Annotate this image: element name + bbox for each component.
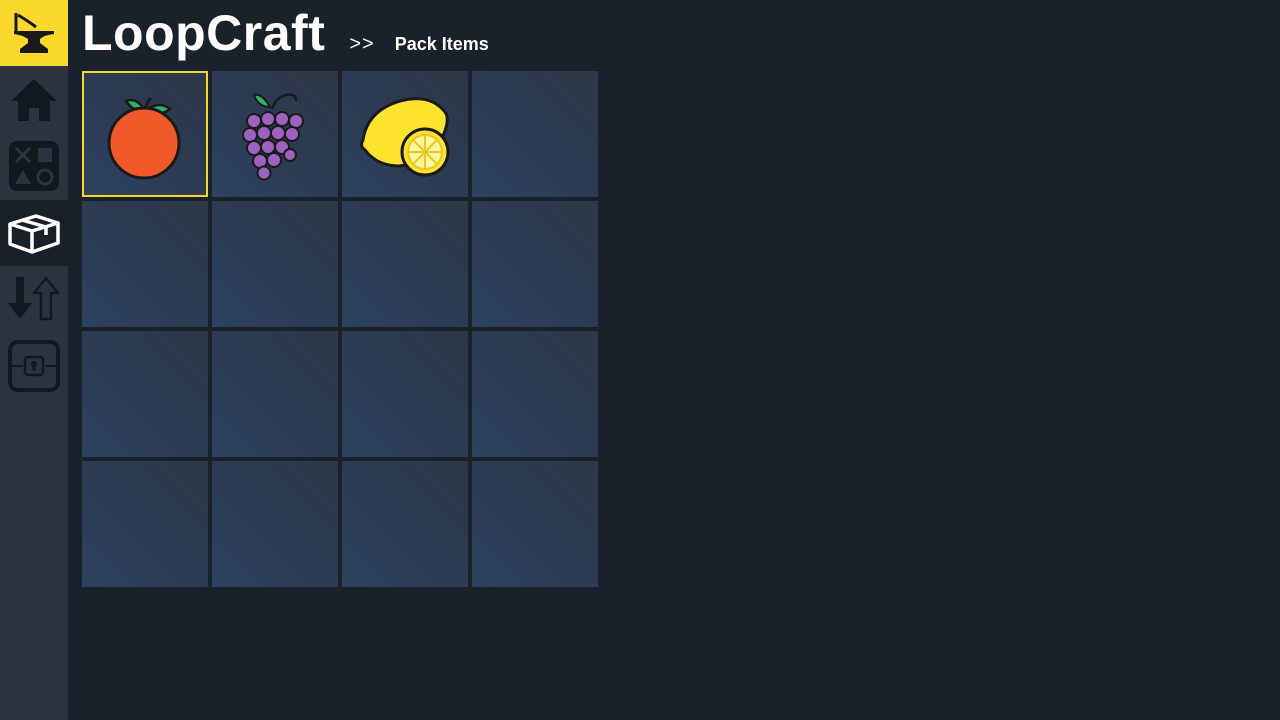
inventory-slot[interactable] bbox=[472, 461, 598, 587]
sidebar-item-games[interactable] bbox=[0, 134, 68, 198]
sidebar bbox=[0, 0, 68, 720]
inventory-slot[interactable] bbox=[472, 201, 598, 327]
sort-icon bbox=[8, 276, 60, 321]
orange-icon bbox=[107, 97, 181, 180]
anvil-logo-icon[interactable] bbox=[0, 0, 68, 66]
inventory-slot[interactable] bbox=[472, 331, 598, 457]
inventory-slot[interactable] bbox=[212, 201, 338, 327]
inventory-slot[interactable] bbox=[342, 461, 468, 587]
inventory-slot[interactable] bbox=[212, 461, 338, 587]
home-icon bbox=[11, 79, 57, 121]
inventory-slot[interactable] bbox=[342, 331, 468, 457]
sidebar-item-sort[interactable] bbox=[0, 266, 68, 330]
inventory-slot[interactable] bbox=[212, 71, 338, 197]
inventory-slot[interactable] bbox=[342, 201, 468, 327]
app-title: LoopCraft bbox=[82, 5, 326, 61]
sidebar-item-home[interactable] bbox=[0, 68, 68, 132]
inventory-slot[interactable] bbox=[82, 71, 208, 197]
breadcrumb-separator: >> bbox=[349, 33, 375, 55]
inventory-slot[interactable] bbox=[82, 201, 208, 327]
inventory-slot[interactable] bbox=[82, 331, 208, 457]
inventory-slot[interactable] bbox=[212, 331, 338, 457]
inventory-grid bbox=[82, 71, 598, 587]
package-icon bbox=[8, 214, 60, 254]
games-icon bbox=[9, 141, 59, 191]
vault-icon bbox=[8, 340, 60, 392]
header: LoopCraft >> Pack Items bbox=[82, 0, 489, 66]
breadcrumb-current[interactable]: Pack Items bbox=[395, 34, 489, 55]
sidebar-item-vault[interactable] bbox=[0, 334, 68, 398]
inventory-slot[interactable] bbox=[82, 461, 208, 587]
inventory-slot[interactable] bbox=[472, 71, 598, 197]
sidebar-item-pack[interactable] bbox=[0, 200, 68, 266]
grapes-icon bbox=[242, 93, 304, 181]
inventory-slot[interactable] bbox=[342, 71, 468, 197]
lemon-icon bbox=[359, 97, 450, 177]
